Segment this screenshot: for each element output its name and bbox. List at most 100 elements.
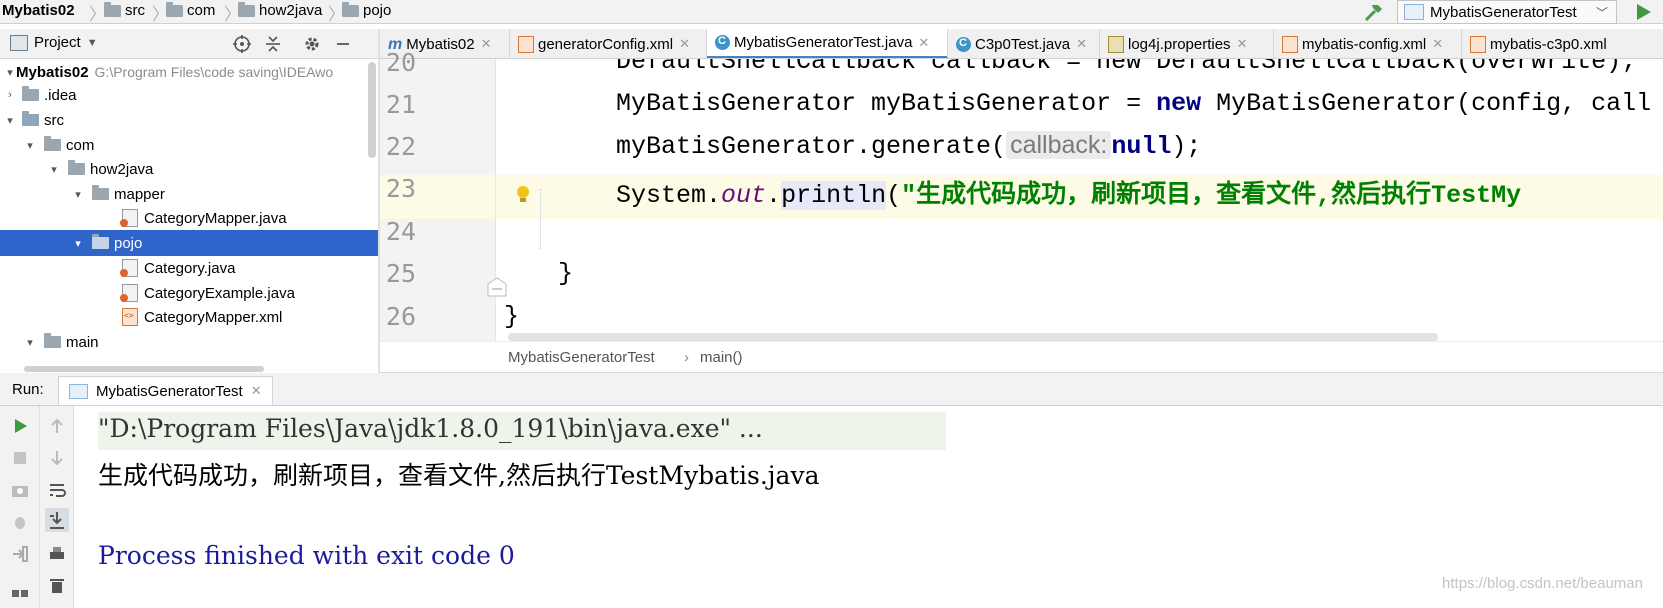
close-icon[interactable]: ✕ xyxy=(251,383,262,399)
tab-label: mybatis-config.xml xyxy=(1302,35,1427,53)
console-exit-line: Process finished with exit code 0 xyxy=(98,541,515,570)
build-hammer-icon[interactable] xyxy=(1363,1,1385,23)
tree-item-categorymapper-java[interactable]: CategoryMapper.java xyxy=(0,205,380,231)
chevron-right-icon: › xyxy=(684,349,689,366)
tree-scrollbar[interactable] xyxy=(368,62,376,158)
editor-gutter: 20 21 22 23 24 25 26 xyxy=(380,48,496,341)
editor-horizontal-scrollbar[interactable] xyxy=(508,333,1438,341)
tab-c3p0test-java[interactable]: C3p0Test.java ✕ xyxy=(948,29,1100,58)
console-output-line: 生成代码成功，刷新项目，查看文件,然后执行TestMybatis.java xyxy=(98,461,820,490)
lightbulb-icon[interactable] xyxy=(515,185,531,205)
tree-item-how2java[interactable]: ▾ how2java xyxy=(0,156,380,182)
code-text: MyBatisGenerator(config, call xyxy=(1201,89,1652,118)
scroll-to-end-icon[interactable] xyxy=(45,508,69,532)
tree-item-label: .idea xyxy=(44,86,77,104)
tree-item-com[interactable]: ▾ com xyxy=(0,132,380,158)
code-line-22: myBatisGenerator.generate(callback: null)… xyxy=(616,131,1201,161)
tab-log4j-properties[interactable]: log4j.properties ✕ xyxy=(1100,29,1274,58)
code-text: myBatisGenerator.generate( xyxy=(616,132,1007,161)
tab-mybatis-c3p0-xml[interactable]: mybatis-c3p0.xml xyxy=(1462,29,1663,58)
nav-crumb-src[interactable]: src xyxy=(104,1,145,19)
close-icon[interactable]: ✕ xyxy=(481,36,492,52)
tree-item-src[interactable]: ▾ src xyxy=(0,107,380,133)
print-icon[interactable] xyxy=(47,544,67,564)
nav-crumb-pojo[interactable]: pojo xyxy=(342,1,391,19)
tree-horizontal-scrollbar[interactable] xyxy=(24,366,264,372)
java-class-icon xyxy=(956,36,971,52)
close-icon[interactable]: ✕ xyxy=(1432,36,1443,52)
arrow-down-icon[interactable] xyxy=(47,448,67,468)
nav-crumb-project[interactable]: Mybatis02 xyxy=(2,2,75,19)
layout-icon[interactable] xyxy=(10,582,30,602)
chevron-down-icon: ▾ xyxy=(75,237,81,250)
line-number: 20 xyxy=(385,48,416,77)
gear-icon[interactable] xyxy=(302,34,322,54)
close-icon[interactable]: ✕ xyxy=(1076,36,1087,52)
nav-crumb-how2java[interactable]: how2java xyxy=(238,1,323,19)
close-icon[interactable]: ✕ xyxy=(679,36,690,52)
tab-mybatisgeneratortest-java[interactable]: MybatisGeneratorTest.java ✕ xyxy=(707,29,948,58)
nav-crumb-label: com xyxy=(187,2,216,19)
run-tab-label: MybatisGeneratorTest xyxy=(96,382,243,400)
string-literal: "生成代码成功，刷新项目，查看文件,然后执行TestMy xyxy=(901,181,1522,210)
arrow-up-icon[interactable] xyxy=(47,416,67,436)
project-view-selector[interactable]: Project ▼ xyxy=(10,34,98,51)
code-line-21: MyBatisGenerator myBatisGenerator = new … xyxy=(616,89,1651,118)
breadcrumb-method[interactable]: main() xyxy=(700,349,743,366)
bug-icon[interactable] xyxy=(10,512,30,532)
java-file-icon xyxy=(120,284,138,302)
close-icon[interactable]: ✕ xyxy=(1237,36,1248,52)
tab-mybatis-config-xml[interactable]: mybatis-config.xml ✕ xyxy=(1274,29,1462,58)
rerun-icon[interactable] xyxy=(10,416,30,436)
console-command-line: "D:\Program Files\Java\jdk1.8.0_191\bin\… xyxy=(98,414,763,443)
chevron-down-icon: ▾ xyxy=(7,66,13,79)
folder-icon xyxy=(68,160,85,175)
stop-icon[interactable] xyxy=(10,448,30,468)
code-editor[interactable]: DefaultShellCallback callback = new Defa… xyxy=(496,59,1663,341)
folder-icon xyxy=(342,1,359,17)
nav-crumb-label: how2java xyxy=(259,2,323,19)
folder-icon xyxy=(104,1,121,17)
project-path-hint: G:\Program Files\code saving\IDEAwo xyxy=(94,64,334,80)
code-text: DefaultShellCallback callback = new Defa… xyxy=(616,59,1637,76)
locate-icon[interactable] xyxy=(232,34,252,54)
run-configuration-select[interactable]: MybatisGeneratorTest ﹀ xyxy=(1397,0,1617,24)
tree-item-categoryexample-java[interactable]: CategoryExample.java xyxy=(0,280,380,306)
tree-item-label: Mybatis02 xyxy=(16,63,89,81)
tree-item-category-java[interactable]: Category.java xyxy=(0,255,380,281)
minimize-icon[interactable] xyxy=(333,34,353,54)
code-text: System. xyxy=(616,181,722,210)
run-tab[interactable]: MybatisGeneratorTest ✕ xyxy=(58,376,273,405)
folder-icon xyxy=(44,333,61,348)
breadcrumb-class[interactable]: MybatisGeneratorTest xyxy=(508,349,655,366)
tree-item-categorymapper-xml[interactable]: CategoryMapper.xml xyxy=(0,304,380,330)
tree-item-label: CategoryMapper.xml xyxy=(144,308,283,326)
tree-item-idea[interactable]: › .idea xyxy=(0,82,380,108)
run-toolbar xyxy=(0,406,40,608)
watermark: https://blog.csdn.net/beauman xyxy=(1442,575,1643,592)
code-line-23: System.out.println("生成代码成功，刷新项目，查看文件,然后执… xyxy=(616,174,1521,210)
code-text: } xyxy=(558,259,574,288)
fold-marker-icon[interactable] xyxy=(486,276,508,298)
collapse-all-icon[interactable] xyxy=(263,34,283,54)
tab-generatorconfig-xml[interactable]: generatorConfig.xml ✕ xyxy=(510,29,707,58)
line-number: 24 xyxy=(385,217,416,246)
login-icon[interactable] xyxy=(10,544,30,564)
folder-icon xyxy=(166,1,183,17)
close-icon[interactable]: ✕ xyxy=(918,35,929,51)
xml-file-icon xyxy=(122,308,138,326)
run-icon[interactable] xyxy=(1632,1,1654,23)
nav-crumb-com[interactable]: com xyxy=(166,1,216,19)
tab-label: mybatis-c3p0.xml xyxy=(1490,35,1607,53)
tree-item-label: CategoryExample.java xyxy=(144,284,295,302)
project-tree: ▾ Mybatis02 G:\Program Files\code saving… xyxy=(0,59,380,373)
properties-file-icon xyxy=(1108,35,1124,53)
tree-item-label: Category.java xyxy=(144,259,236,277)
tree-item-pojo[interactable]: ▾ pojo xyxy=(0,230,380,256)
tree-item-main[interactable]: ▾ main xyxy=(0,329,380,355)
camera-icon[interactable] xyxy=(10,480,30,500)
tree-item-mapper[interactable]: ▾ mapper xyxy=(0,181,380,207)
parameter-hint: callback: xyxy=(1006,131,1112,159)
trash-icon[interactable] xyxy=(47,576,67,596)
soft-wrap-icon[interactable] xyxy=(47,480,67,500)
